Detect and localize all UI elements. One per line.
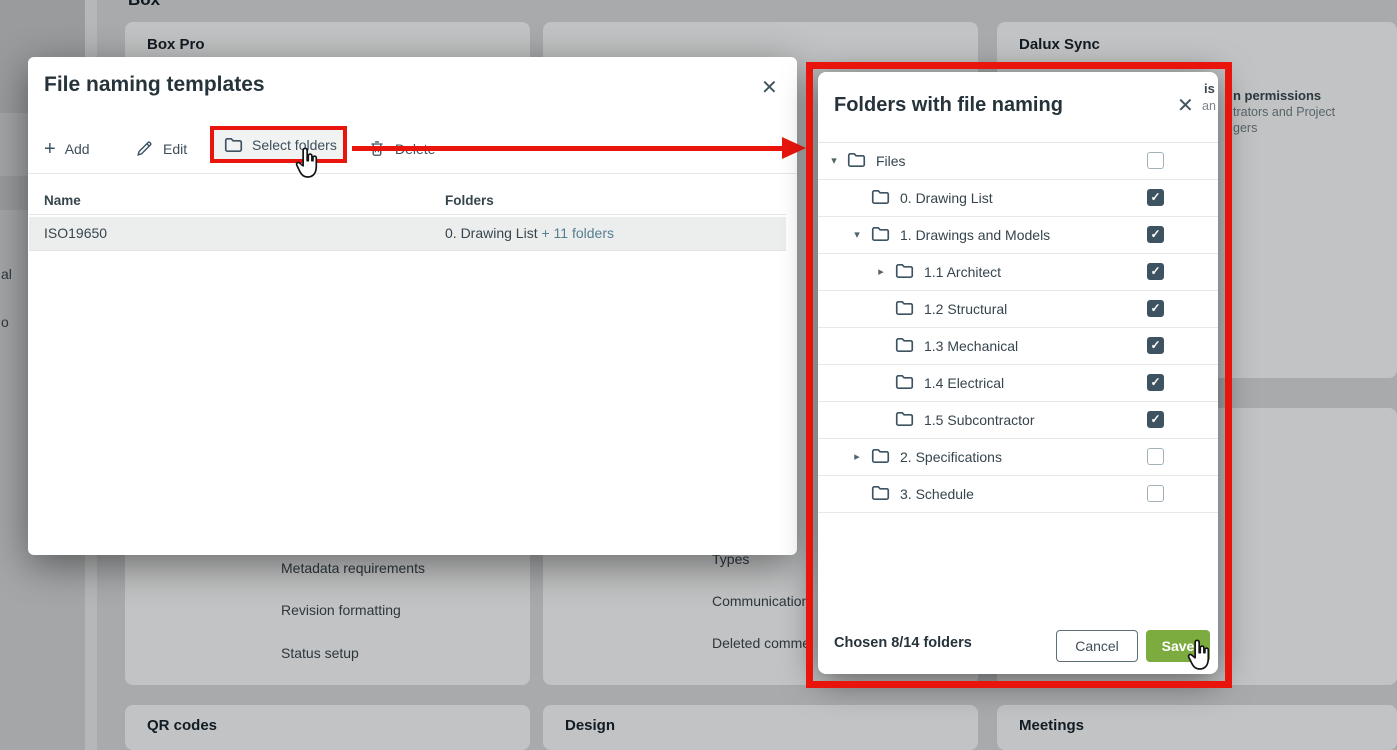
expand-arrow-icon[interactable]: ▾ xyxy=(828,154,840,167)
folder-checkbox[interactable]: ✓ xyxy=(1147,189,1164,206)
folder-icon xyxy=(871,448,890,464)
text-fragment: is xyxy=(1204,81,1215,96)
folder-checkbox[interactable]: ✓ xyxy=(1147,485,1164,502)
check-icon: ✓ xyxy=(1148,264,1163,279)
folder-icon xyxy=(895,374,914,390)
folder-tree: ▾ Files ✓ 0. Drawing List ✓ ▾ 1. Drawing… xyxy=(818,142,1218,513)
folder-checkbox[interactable]: ✓ xyxy=(1147,411,1164,428)
tree-row[interactable]: 1.4 Electrical ✓ xyxy=(818,365,1218,402)
template-folders-cell: 0. Drawing List + 11 folders xyxy=(445,225,614,241)
check-icon: ✓ xyxy=(1148,412,1163,427)
folders-more-link[interactable]: + 11 folders xyxy=(541,225,614,241)
divider xyxy=(28,173,797,174)
folder-icon xyxy=(847,152,866,168)
pencil-icon xyxy=(135,139,154,158)
tree-row[interactable]: 1.5 Subcontractor ✓ xyxy=(818,402,1218,439)
folder-icon xyxy=(871,485,890,501)
folder-checkbox[interactable]: ✓ xyxy=(1147,226,1164,243)
annotation-arrow-head xyxy=(782,137,806,159)
tree-row[interactable]: ▾ 1. Drawings and Models ✓ xyxy=(818,217,1218,254)
folder-label: 2. Specifications xyxy=(900,449,1002,465)
folder-label: 1.2 Structural xyxy=(924,301,1007,317)
folder-checkbox[interactable]: ✓ xyxy=(1147,152,1164,169)
file-naming-templates-modal: File naming templates ✕ + Add Edit Selec… xyxy=(28,57,797,555)
folder-label: 1.4 Electrical xyxy=(924,375,1004,391)
template-name-cell: ISO19650 xyxy=(44,225,107,241)
folders-with-file-naming-modal: Folders with file naming ✕ ▾ Files ✓ 0. … xyxy=(818,72,1218,674)
folder-label: 1.5 Subcontractor xyxy=(924,412,1035,428)
folder-icon xyxy=(895,411,914,427)
edit-button[interactable]: Edit xyxy=(135,130,187,167)
plus-icon: + xyxy=(44,139,56,159)
folder-label: 1.1 Architect xyxy=(924,264,1001,280)
check-icon: ✓ xyxy=(1148,375,1163,390)
tree-row[interactable]: 1.2 Structural ✓ xyxy=(818,291,1218,328)
close-icon[interactable]: ✕ xyxy=(1177,96,1194,116)
table-row[interactable] xyxy=(29,217,786,250)
expand-arrow-icon[interactable]: ▾ xyxy=(851,228,863,241)
check-icon: ✓ xyxy=(1148,338,1163,353)
folder-icon xyxy=(895,300,914,316)
tree-row[interactable]: 1.3 Mechanical ✓ xyxy=(818,328,1218,365)
folder-label: Files xyxy=(876,153,906,169)
folder-icon xyxy=(871,189,890,205)
column-header-name: Name xyxy=(44,193,81,208)
folder-label: 1. Drawings and Models xyxy=(900,227,1050,243)
folder-icon xyxy=(895,337,914,353)
check-icon: ✓ xyxy=(1148,301,1163,316)
check-icon: ✓ xyxy=(1148,227,1163,242)
add-button[interactable]: + Add xyxy=(44,130,90,167)
select-folders-button[interactable]: Select folders xyxy=(210,126,347,163)
folder-checkbox[interactable]: ✓ xyxy=(1147,337,1164,354)
folder-checkbox[interactable]: ✓ xyxy=(1147,448,1164,465)
edit-label: Edit xyxy=(163,141,187,157)
folders-main: 0. Drawing List xyxy=(445,225,538,241)
folder-icon xyxy=(224,137,243,153)
tree-row[interactable]: 3. Schedule ✓ xyxy=(818,476,1218,513)
folder-checkbox[interactable]: ✓ xyxy=(1147,300,1164,317)
tree-row[interactable]: ▾ Files ✓ xyxy=(818,143,1218,180)
expand-arrow-icon[interactable]: ▸ xyxy=(851,450,863,463)
folder-label: 1.3 Mechanical xyxy=(924,338,1018,354)
folder-label: 3. Schedule xyxy=(900,486,974,502)
chosen-count-label: Chosen 8/14 folders xyxy=(834,635,972,651)
check-icon: ✓ xyxy=(1148,190,1163,205)
column-header-folders: Folders xyxy=(445,193,494,208)
folder-icon xyxy=(895,263,914,279)
divider xyxy=(29,250,786,251)
modal-title: Folders with file naming xyxy=(834,94,1063,117)
divider xyxy=(29,214,786,215)
tree-row[interactable]: 0. Drawing List ✓ xyxy=(818,180,1218,217)
hand-cursor-icon xyxy=(1185,639,1212,672)
folder-label: 0. Drawing List xyxy=(900,190,993,206)
tree-row[interactable]: ▸ 1.1 Architect ✓ xyxy=(818,254,1218,291)
hand-cursor-icon xyxy=(293,147,320,180)
folder-icon xyxy=(871,226,890,242)
expand-arrow-icon[interactable]: ▸ xyxy=(875,265,887,278)
tree-row[interactable]: ▸ 2. Specifications ✓ xyxy=(818,439,1218,476)
add-label: Add xyxy=(65,141,90,157)
cancel-button[interactable]: Cancel xyxy=(1056,630,1138,662)
modal-title: File naming templates xyxy=(44,73,265,97)
annotation-arrow-line xyxy=(352,146,782,151)
close-icon[interactable]: ✕ xyxy=(761,78,778,98)
folder-checkbox[interactable]: ✓ xyxy=(1147,263,1164,280)
folder-checkbox[interactable]: ✓ xyxy=(1147,374,1164,391)
text-fragment: an xyxy=(1202,99,1216,113)
